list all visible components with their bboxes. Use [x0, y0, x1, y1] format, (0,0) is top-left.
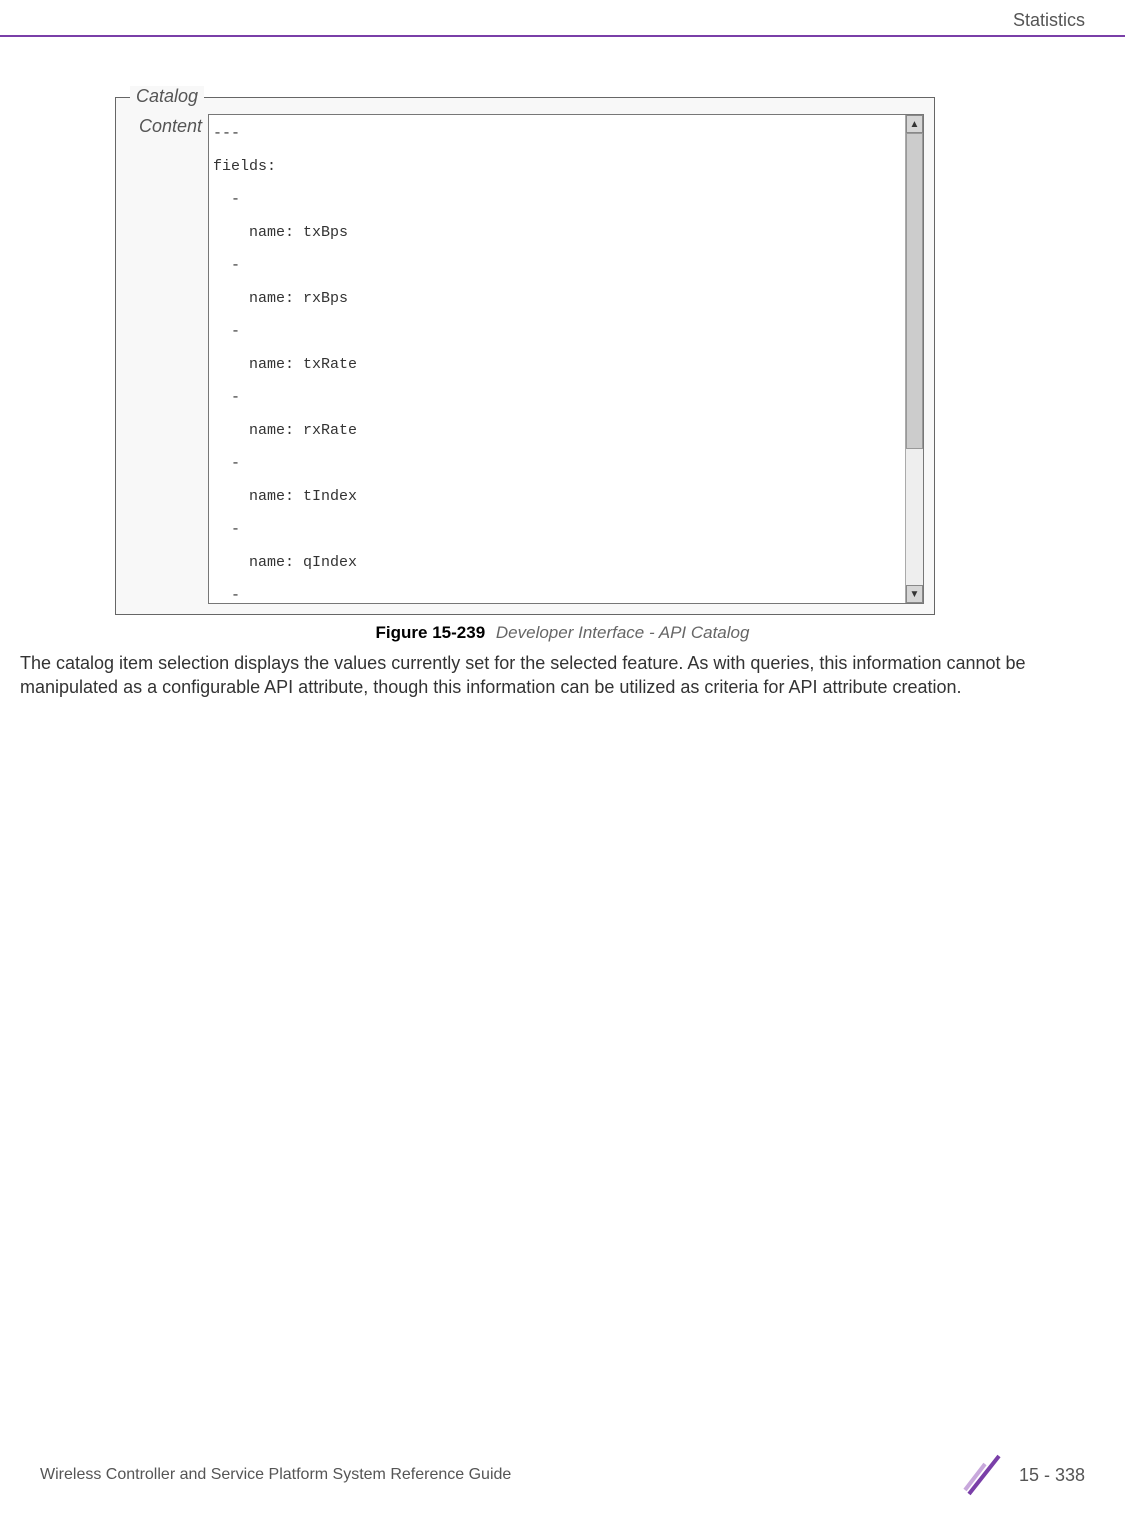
scrollbar[interactable]: ▲ ▼: [905, 115, 923, 603]
catalog-legend: Catalog: [130, 86, 204, 107]
figure-caption: Figure 15-239 Developer Interface - API …: [20, 623, 1105, 643]
content-row: Content --- fields: - name: txBps - name…: [126, 114, 924, 604]
catalog-fieldset: Catalog Content --- fields: - name: txBp…: [115, 97, 935, 615]
header-section: Statistics: [1013, 10, 1085, 30]
content-textarea[interactable]: --- fields: - name: txBps - name: rxBps …: [208, 114, 924, 604]
paragraph: The catalog item selection displays the …: [20, 651, 1085, 700]
page-footer: Wireless Controller and Service Platform…: [0, 1452, 1125, 1498]
figure-label: Figure 15-239: [376, 623, 486, 642]
scroll-down-button[interactable]: ▼: [906, 585, 923, 603]
footer-right: 15 - 338: [961, 1452, 1085, 1498]
page-number: 15 - 338: [1019, 1465, 1085, 1486]
page-header: Statistics: [0, 0, 1125, 37]
content-label: Content: [126, 114, 208, 137]
scroll-track[interactable]: [906, 133, 923, 585]
content-text: --- fields: - name: txBps - name: rxBps …: [209, 115, 905, 603]
content-area: Catalog Content --- fields: - name: txBp…: [0, 37, 1125, 700]
scroll-thumb[interactable]: [906, 133, 923, 449]
scroll-up-button[interactable]: ▲: [906, 115, 923, 133]
footer-doc-title: Wireless Controller and Service Platform…: [40, 1466, 511, 1484]
figure-title: Developer Interface - API Catalog: [496, 623, 750, 642]
slash-icon: [961, 1452, 1007, 1498]
